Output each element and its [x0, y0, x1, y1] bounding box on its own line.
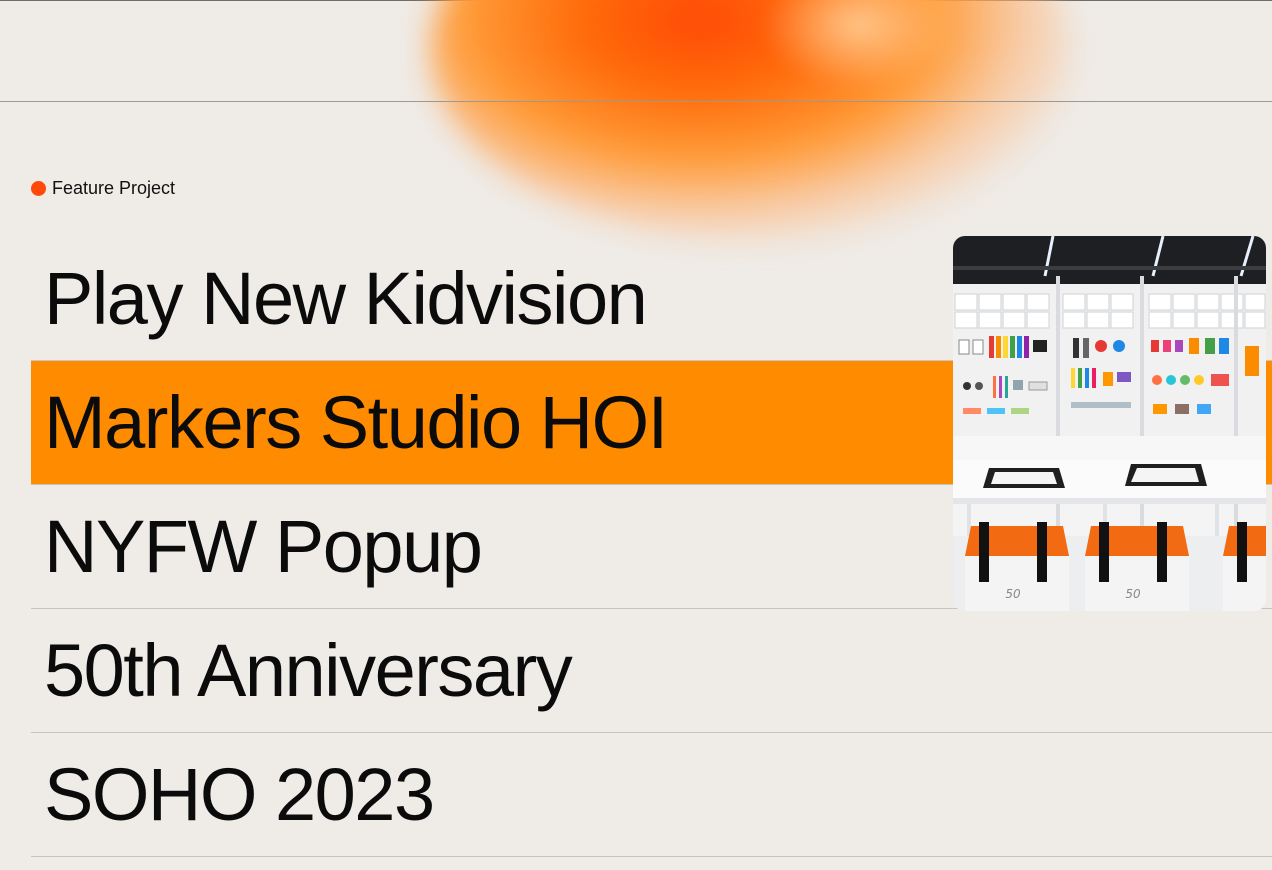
- dot-icon: [31, 181, 46, 196]
- project-title: SOHO 2023: [44, 752, 435, 836]
- orange-gradient-glow: [430, 0, 1070, 240]
- header-divider: [0, 101, 1272, 102]
- project-title: Play New Kidvision: [44, 256, 648, 340]
- svg-text:50: 50: [1005, 587, 1021, 601]
- project-preview-image: 50 50: [953, 236, 1266, 611]
- project-row-soho-2023[interactable]: SOHO 2023: [31, 733, 1272, 857]
- project-title: NYFW Popup: [44, 504, 483, 588]
- project-row-50th-anniversary[interactable]: 50th Anniversary: [31, 609, 1272, 733]
- section-label: Feature Project: [31, 178, 175, 199]
- svg-text:50: 50: [1125, 587, 1141, 601]
- project-title: 50th Anniversary: [44, 628, 573, 712]
- section-label-text: Feature Project: [52, 178, 176, 198]
- project-title: Markers Studio HOI: [44, 380, 668, 464]
